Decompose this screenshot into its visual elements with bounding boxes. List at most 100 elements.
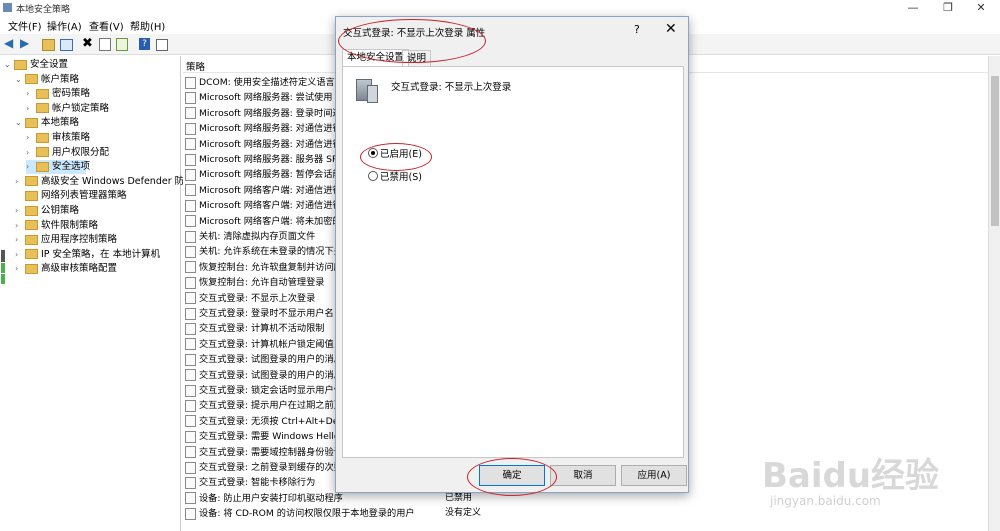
- policy-name: 交互式登录: 试图登录的用户的消息: [199, 354, 343, 366]
- up-folder-icon[interactable]: [42, 39, 55, 51]
- policy-icon: [185, 261, 196, 274]
- tree-item[interactable]: › 高级审核策略配置: [15, 262, 117, 276]
- tree-item[interactable]: › 公钥策略: [15, 204, 79, 218]
- policy-icon: [185, 230, 196, 243]
- tree-item-label: 高级审核策略配置: [41, 263, 118, 275]
- policy-icon: [185, 507, 196, 520]
- policy-name: 交互式登录: 不显示上次登录: [391, 82, 512, 93]
- tree-item[interactable]: 网络列表管理器策略: [15, 189, 127, 203]
- tree-item[interactable]: › 审核策略: [26, 131, 90, 145]
- policy-name: 设备: 将 CD-ROM 的访问权限仅限于本地登录的用户: [199, 508, 415, 520]
- maximize-button[interactable]: ❐: [933, 0, 963, 16]
- policy-setting: 没有定义: [445, 508, 482, 519]
- folder-icon: [25, 234, 38, 245]
- policy-icon: [185, 353, 196, 366]
- folder-icon: [25, 263, 38, 274]
- cancel-button[interactable]: 取消: [550, 465, 616, 486]
- disabled-label[interactable]: 已禁用(S): [380, 169, 422, 183]
- tree-item[interactable]: › 帐户锁定策略: [26, 102, 109, 116]
- expand-chevron-icon[interactable]: ›: [15, 248, 25, 262]
- tree-item-label: 用户权限分配: [52, 146, 110, 158]
- policy-icon: [185, 430, 196, 443]
- menu-action[interactable]: 操作(A): [47, 18, 82, 33]
- disabled-radio[interactable]: [368, 171, 378, 181]
- dialog-help-button[interactable]: ?: [634, 23, 640, 36]
- properties-icon[interactable]: [99, 38, 111, 51]
- policy-icon: [185, 338, 196, 351]
- policy-name: Microsoft 网络服务器: 对通信进行: [199, 138, 342, 150]
- expand-chevron-icon[interactable]: ›: [26, 87, 36, 101]
- policy-name: 交互式登录: 需要域控制器身份验证: [199, 446, 343, 458]
- forward-arrow-icon[interactable]: ▶: [20, 37, 34, 50]
- annotation-ellipse-enabled: [360, 143, 432, 171]
- folder-icon: [25, 220, 38, 231]
- tree-item[interactable]: › 安全选项: [26, 160, 90, 175]
- tree-item[interactable]: › IP 安全策略，在 本地计算机: [15, 248, 160, 262]
- expand-chevron-icon[interactable]: ›: [15, 233, 25, 247]
- collapse-chevron-icon[interactable]: ⌄: [15, 116, 25, 130]
- policy-icon: [185, 322, 196, 335]
- dialog-close-button[interactable]: ✕: [665, 21, 677, 37]
- expand-chevron-icon[interactable]: ›: [26, 146, 36, 160]
- apply-button[interactable]: 应用(A): [621, 465, 687, 486]
- properties-dialog: 交互式登录: 不显示上次登录 属性 ? ✕ 本地安全设置 说明 交互式登录: 不…: [335, 16, 689, 496]
- minimize-button[interactable]: —: [898, 0, 928, 16]
- tree-item[interactable]: › 应用程序控制策略: [15, 233, 117, 247]
- folder-icon: [25, 176, 38, 187]
- back-arrow-icon[interactable]: ◀: [4, 37, 18, 50]
- tree-item-label: 安全选项: [52, 161, 91, 173]
- policy-name: Microsoft 网络服务器: 暂停会话前: [199, 169, 342, 181]
- policy-icon: [185, 184, 196, 197]
- tree-item[interactable]: › 软件限制策略: [15, 219, 98, 233]
- policy-name: 交互式登录: 登录时不显示用户名: [199, 308, 334, 319]
- policy-icon: [185, 399, 196, 412]
- vertical-scrollbar[interactable]: [988, 56, 1000, 531]
- tree-item[interactable]: ⌄ 本地策略: [15, 116, 79, 130]
- settings-pane: 交互式登录: 不显示上次登录 已启用(E) 已禁用(S): [342, 66, 684, 458]
- close-window-button[interactable]: ✕: [966, 0, 996, 16]
- expand-chevron-icon[interactable]: ›: [15, 262, 25, 276]
- folder-icon: [36, 103, 49, 114]
- menu-help[interactable]: 帮助(H): [130, 18, 165, 33]
- policy-row[interactable]: 设备: 将 CD-ROM 的访问权限仅限于本地登录的用户 没有定义: [185, 506, 985, 521]
- folder-icon: [25, 74, 38, 85]
- expand-chevron-icon[interactable]: ›: [15, 219, 25, 233]
- policy-icon: [185, 492, 196, 505]
- help-icon[interactable]: ?: [139, 38, 150, 50]
- policy-name: Microsoft 网络服务器: 尝试使用 S: [199, 92, 342, 104]
- expand-chevron-icon[interactable]: ›: [26, 160, 36, 174]
- expand-chevron-icon[interactable]: ›: [26, 102, 36, 116]
- tree-item[interactable]: ⌄ 帐户策略: [15, 73, 79, 87]
- policy-name: Microsoft 网络服务器: 服务器 SPN: [199, 154, 345, 165]
- policy-icon: [185, 76, 196, 89]
- tree-item[interactable]: › 密码策略: [26, 87, 90, 101]
- policy-name: 交互式登录: 计算机帐户锁定阈值: [199, 338, 334, 350]
- delete-icon[interactable]: ✖: [82, 37, 96, 50]
- view-list-icon[interactable]: [156, 39, 168, 51]
- baidu-watermark-url: jingyan.baidu.com: [770, 494, 881, 508]
- menu-view[interactable]: 查看(V): [89, 18, 124, 33]
- tree-item[interactable]: › 高级安全 Windows Defender 防火墙: [15, 175, 203, 189]
- column-header-policy[interactable]: 策略: [186, 59, 205, 73]
- expand-chevron-icon[interactable]: ›: [15, 175, 25, 189]
- policy-name: 关机: 允许系统在未登录的情况下关: [199, 246, 343, 258]
- tree-item-label: 公钥策略: [41, 205, 80, 216]
- expand-chevron-icon[interactable]: ›: [26, 131, 36, 145]
- folder-icon: [14, 59, 27, 70]
- tree-item[interactable]: › 用户权限分配: [26, 146, 109, 160]
- tree-item[interactable]: ⌄ 安全设置: [4, 58, 68, 72]
- window-titlebar: 本地安全策略 — ❐ ✕: [0, 0, 1000, 16]
- export-list-icon[interactable]: [116, 38, 128, 51]
- expand-chevron-icon[interactable]: ›: [15, 204, 25, 218]
- show-tree-icon[interactable]: [60, 39, 73, 51]
- menu-file[interactable]: 文件(F): [8, 18, 42, 33]
- scrollbar-thumb[interactable]: [991, 76, 999, 226]
- collapse-chevron-icon[interactable]: ⌄: [15, 73, 25, 87]
- folder-icon: [36, 161, 49, 172]
- resize-handle[interactable]: [0, 250, 6, 285]
- policy-icon: [185, 369, 196, 382]
- tree-item-label: IP 安全策略，在 本地计算机: [41, 248, 161, 260]
- collapse-chevron-icon[interactable]: ⌄: [4, 58, 14, 72]
- window-title: 本地安全策略: [16, 5, 71, 15]
- policy-icon: [185, 292, 196, 305]
